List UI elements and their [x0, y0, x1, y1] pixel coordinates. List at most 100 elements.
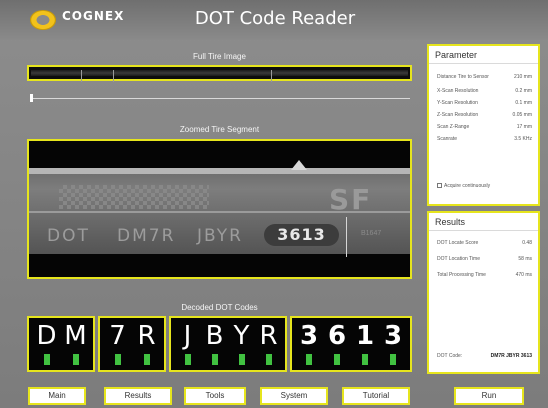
tire-marker	[113, 70, 114, 82]
parameter-value: 0.2 mm	[515, 88, 532, 94]
logo-name: COGNEX	[62, 9, 125, 23]
result-value: 0.48	[522, 240, 532, 246]
decoded-char: D	[35, 321, 59, 369]
result-value: 58 ms	[518, 256, 532, 262]
parameter-row: Y-Scan Resolution 0.1 mm	[437, 100, 532, 106]
result-label: Total Processing Time	[437, 272, 486, 278]
dot-code-result: DOT Code: DM7R JBYR 3613	[437, 353, 532, 359]
confidence-bar	[390, 354, 396, 365]
decoded-codes: D M 7 R J B Y R 3 6 1 3	[27, 316, 412, 372]
cognex-logo-icon	[30, 10, 56, 30]
run-button[interactable]: Run	[454, 387, 524, 405]
app-title: DOT Code Reader	[194, 8, 356, 29]
decoded-char: M	[64, 321, 88, 369]
zoomed-tire-image[interactable]: SF DOT DM7R JBYR 3613 B1647	[27, 139, 412, 279]
result-row: DOT Location Time 58 ms	[437, 256, 532, 262]
full-tire-image-title: Full Tire Image	[193, 52, 246, 61]
results-button[interactable]: Results	[104, 387, 172, 405]
decoded-char-text: Y	[233, 321, 250, 351]
decoded-char: J	[176, 321, 200, 369]
acquire-continuously-checkbox[interactable]: Acquire continuously	[437, 183, 490, 189]
result-row: Total Processing Time 470 ms	[437, 272, 532, 278]
result-value: 470 ms	[515, 272, 532, 278]
decoded-char: 1	[353, 321, 377, 369]
decoded-char: 6	[325, 321, 349, 369]
parameter-label: Scan Z-Range	[437, 124, 470, 130]
parameter-row: Z-Scan Resolution 0.05 mm	[437, 112, 532, 118]
decoded-char: 3	[297, 321, 321, 369]
parameter-label: X-Scan Resolution	[437, 88, 479, 94]
confidence-bar	[72, 354, 79, 365]
decoded-char-text: J	[183, 321, 192, 351]
confidence-bar	[334, 354, 340, 365]
parameter-value: 210 mm	[513, 74, 532, 80]
parameter-label: Y-Scan Resolution	[437, 100, 478, 106]
segment-slider-handle[interactable]	[30, 94, 33, 102]
decoded-char: R	[135, 321, 159, 369]
checkbox-label: Acquire continuously	[444, 183, 491, 189]
system-button[interactable]: System	[260, 387, 328, 405]
confidence-bar	[184, 354, 191, 365]
confidence-bar	[265, 354, 272, 365]
decoded-char-text: R	[259, 321, 278, 351]
decoded-char: 7	[106, 321, 130, 369]
decoded-char-text: B	[205, 321, 224, 351]
confidence-bar	[143, 354, 150, 365]
decoded-group: 7 R	[98, 316, 166, 372]
decoded-char-text: 3	[299, 321, 319, 351]
region-divider	[346, 217, 347, 257]
parameter-label: Distance Tire to Sensor	[437, 74, 489, 80]
decoded-char-text: D	[36, 321, 57, 351]
decoded-char: R	[257, 321, 281, 369]
app-window: COGNEX DOT Code Reader Full Tire Image Z…	[0, 0, 548, 408]
cognex-logo: COGNEX	[30, 9, 150, 33]
tread-wear-indicator	[291, 160, 307, 170]
confidence-bar	[114, 354, 121, 365]
tire-marker	[271, 70, 272, 82]
parameter-row: Scan Z-Range 17 mm	[437, 124, 532, 130]
tire-text-dm7r: DM7R	[117, 226, 176, 246]
result-label: DOT Locate Score	[437, 240, 479, 246]
full-tire-strip	[31, 70, 408, 82]
result-label: DOT Location Time	[437, 256, 480, 262]
tire-text-jbyr: JBYR	[197, 226, 243, 246]
tire-band	[29, 168, 410, 174]
tire-text-tail: B1647	[361, 230, 382, 237]
confidence-bar	[43, 354, 50, 365]
decoded-char-text: 7	[109, 321, 126, 351]
parameter-row: Scanrate 3.5 KHz	[437, 136, 532, 142]
decoded-group: D M	[27, 316, 95, 372]
dot-code-label: DOT Code:	[437, 353, 463, 359]
parameter-value: 0.1 mm	[515, 100, 532, 106]
parameter-row: X-Scan Resolution 0.2 mm	[437, 88, 532, 94]
results-panel: Results DOT Locate Score 0.48 DOT Locati…	[427, 211, 540, 374]
tools-button[interactable]: Tools	[184, 387, 246, 405]
decoded-codes-title: Decoded DOT Codes	[181, 303, 258, 312]
confidence-bar	[362, 354, 368, 365]
decoded-char: 3	[381, 321, 405, 369]
checker-pattern	[59, 185, 209, 209]
tire-text-dot: DOT	[47, 226, 90, 246]
parameter-row: Distance Tire to Sensor 210 mm	[437, 74, 532, 80]
decoded-char-text: 1	[355, 321, 375, 351]
confidence-bar	[238, 354, 245, 365]
parameter-panel: Parameter Distance Tire to Sensor 210 mm…	[427, 44, 540, 206]
segment-slider-track[interactable]	[30, 98, 410, 99]
dot-code-value: DM7R JBYR 3613	[490, 353, 532, 359]
decoded-char-text: 3	[383, 321, 403, 351]
parameter-value: 0.05 mm	[512, 112, 532, 118]
decoded-group: 3 6 1 3	[290, 316, 412, 372]
header-bar: COGNEX DOT Code Reader	[0, 0, 548, 40]
full-tire-image[interactable]	[27, 65, 412, 82]
checkbox-box[interactable]	[437, 183, 442, 189]
zoomed-segment-title: Zoomed Tire Segment	[179, 125, 260, 134]
confidence-bar	[211, 354, 218, 365]
parameter-value: 3.5 KHz	[514, 136, 532, 142]
tire-sidewall-letters: SF	[329, 183, 373, 216]
results-panel-title: Results	[429, 213, 538, 231]
main-button[interactable]: Main	[28, 387, 86, 405]
confidence-bar	[306, 354, 312, 365]
tire-marker	[81, 70, 82, 82]
parameter-label: Scanrate	[437, 136, 458, 142]
tutorial-button[interactable]: Tutorial	[342, 387, 410, 405]
